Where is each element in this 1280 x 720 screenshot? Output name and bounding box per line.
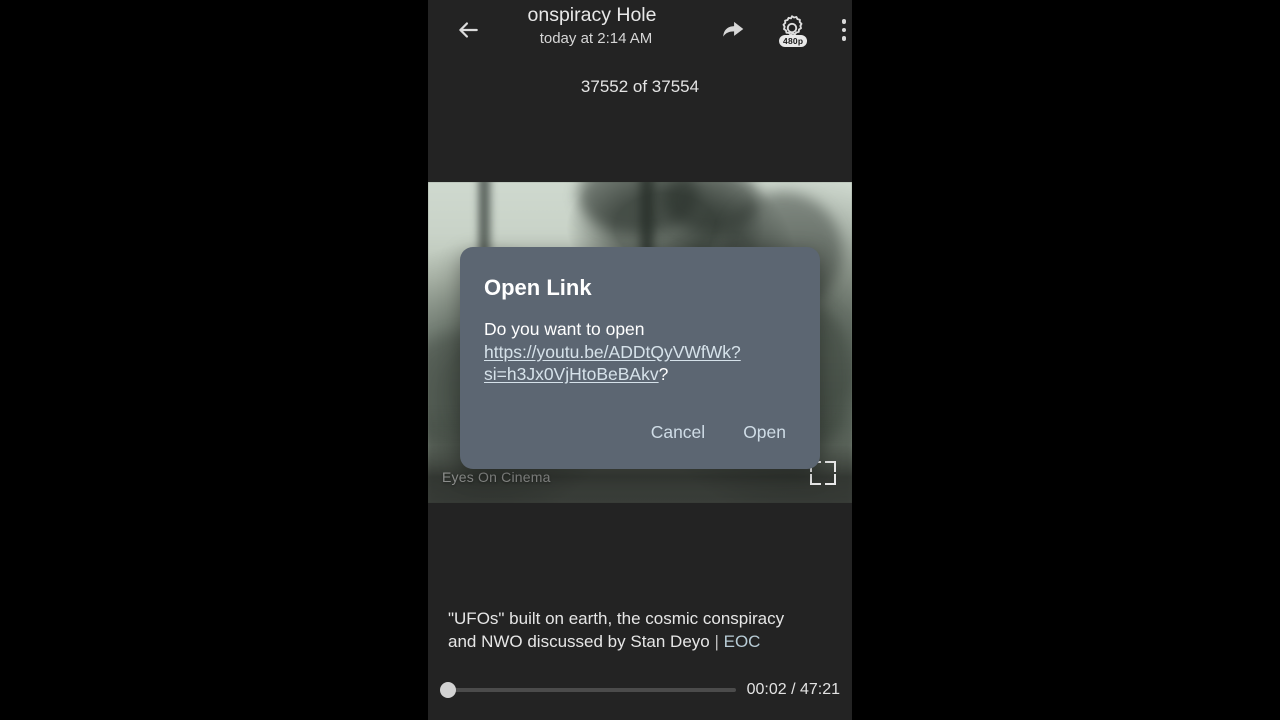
screen-root: onspiracy Hole today at 2:14 AM 480p 375… — [0, 0, 1280, 720]
caption-line-1: "UFOs" built on earth, the cosmic conspi… — [448, 609, 785, 628]
fullscreen-icon — [825, 461, 836, 472]
caption-separator: | — [714, 632, 724, 651]
caption-channel-link[interactable]: EOC — [724, 632, 761, 651]
dialog-title: Open Link — [484, 275, 592, 300]
back-arrow-icon — [459, 22, 478, 38]
share-button[interactable] — [710, 6, 756, 52]
quality-badge: 480p — [779, 35, 808, 47]
dialog-url-link[interactable]: https://youtu.be/ADDtQyVWfWk?si=h3Jx0VjH… — [484, 342, 741, 385]
dialog-actions: Cancel Open — [460, 386, 820, 469]
video-watermark: Eyes On Cinema — [442, 469, 551, 485]
share-icon — [723, 21, 744, 37]
quality-settings-button[interactable]: 480p — [768, 4, 816, 52]
chat-title: onspiracy Hole — [527, 4, 657, 26]
dialog-message-suffix: ? — [658, 364, 669, 384]
more-vertical-icon — [841, 27, 847, 33]
fullscreen-icon — [825, 474, 836, 485]
overflow-menu-button[interactable] — [824, 8, 852, 52]
more-vertical-icon — [841, 19, 847, 24]
fullscreen-icon — [810, 474, 821, 485]
cancel-button[interactable]: Cancel — [637, 414, 719, 451]
app-header: onspiracy Hole today at 2:14 AM 480p — [428, 0, 852, 58]
video-caption: "UFOs" built on earth, the cosmic conspi… — [448, 607, 838, 653]
open-button[interactable]: Open — [729, 414, 800, 451]
time-display: 00:02 / 47:21 — [746, 681, 840, 698]
dialog-message-prefix: Do you want to open — [484, 319, 645, 339]
caption-line-2: and NWO discussed by Stan Deyo — [448, 632, 715, 651]
seek-bar[interactable] — [441, 688, 736, 692]
header-titles[interactable]: onspiracy Hole today at 2:14 AM — [496, 2, 696, 50]
seek-thumb[interactable] — [440, 682, 456, 698]
video-player-app: onspiracy Hole today at 2:14 AM 480p 375… — [428, 0, 852, 720]
back-button[interactable] — [446, 8, 490, 52]
chat-timestamp: today at 2:14 AM — [539, 30, 653, 47]
dialog-message: Do you want to open https://youtu.be/ADD… — [460, 302, 820, 386]
playback-controls: 00:02 / 47:21 — [428, 678, 852, 708]
message-counter: 37552 of 37554 — [580, 77, 700, 96]
more-vertical-icon — [841, 36, 847, 41]
open-link-dialog: Open Link Do you want to open https://yo… — [460, 247, 820, 469]
